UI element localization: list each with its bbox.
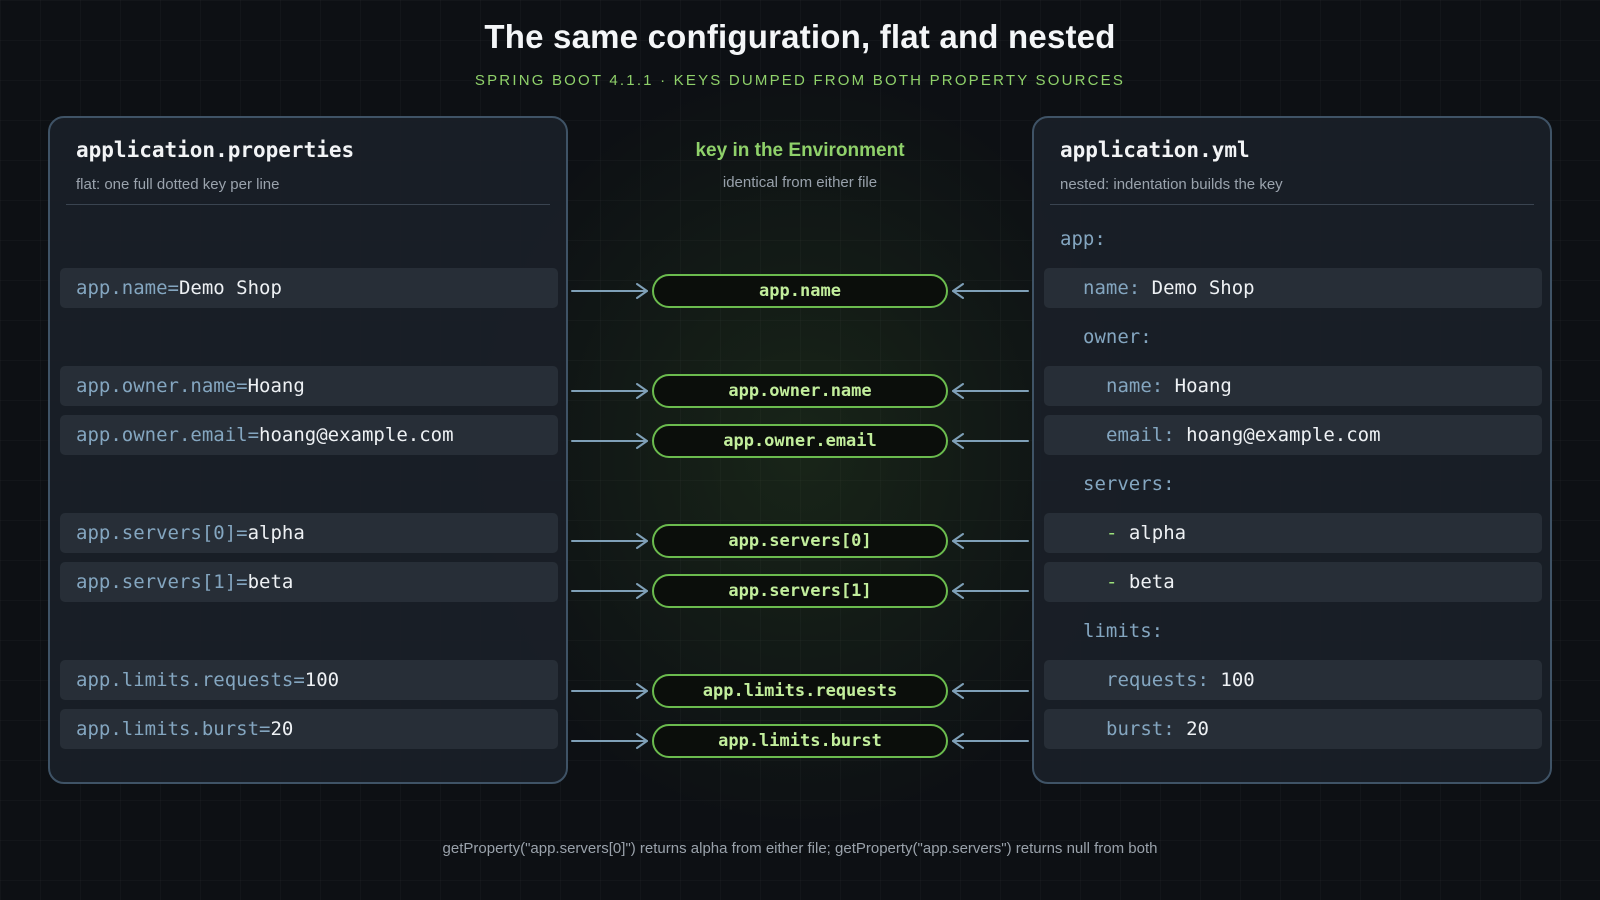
arrow-right (571, 583, 648, 599)
environment-key-pill: app.name (652, 274, 948, 308)
yaml-value: Demo Shop (1151, 277, 1255, 299)
property-value: alpha (247, 522, 305, 544)
properties-line: app.servers[0]=alpha (60, 513, 558, 553)
equals-sign: = (236, 571, 248, 593)
environment-column-title: key in the Environment (695, 140, 905, 161)
yaml-key: burst: (1106, 718, 1175, 740)
arrow-left (952, 583, 1029, 599)
yaml-value: alpha (1128, 522, 1187, 544)
panel-divider (1050, 204, 1534, 205)
property-key: app.servers[0] (76, 522, 237, 544)
property-value: beta (247, 571, 294, 593)
yaml-line: - beta (1044, 562, 1542, 602)
yaml-line: requests: 100 (1044, 660, 1542, 700)
arrow-right (571, 683, 648, 699)
arrow-right (571, 383, 648, 399)
property-key: app.owner.name (76, 375, 237, 397)
yaml-line: limits: (1044, 611, 1542, 651)
property-value: 100 (304, 669, 340, 691)
yaml-key: owner: (1083, 326, 1152, 348)
yaml-line: owner: (1044, 317, 1542, 357)
arrow-right (571, 533, 648, 549)
yaml-panel-subtitle: nested: indentation builds the key (1060, 176, 1283, 193)
property-key: app.limits.burst (76, 718, 260, 740)
equals-sign: = (236, 522, 248, 544)
equals-sign: = (293, 669, 305, 691)
environment-key-pill: app.servers[0] (652, 524, 948, 558)
properties-panel-subtitle: flat: one full dotted key per line (76, 176, 280, 193)
panel-divider (66, 204, 550, 205)
environment-column-subtitle: identical from either file (722, 174, 878, 191)
yaml-panel: application.yml nested: indentation buil… (1032, 116, 1552, 784)
equals-sign: = (247, 424, 260, 446)
arrow-left (952, 283, 1029, 299)
environment-key-pill: app.limits.burst (652, 724, 948, 758)
yaml-key: limits: (1083, 620, 1164, 642)
arrow-right (571, 733, 648, 749)
diagram-title: The same configuration, flat and nested (484, 18, 1116, 55)
yaml-key: app: (1060, 228, 1106, 250)
arrow-left (952, 533, 1029, 549)
diagram-subtitle: SPRING BOOT 4.1.1 · KEYS DUMPED FROM BOT… (474, 72, 1126, 89)
yaml-value: beta (1128, 571, 1175, 593)
equals-sign: = (236, 375, 248, 397)
yaml-value: 100 (1220, 669, 1255, 691)
yaml-line: burst: 20 (1044, 709, 1542, 749)
yaml-line: name: Hoang (1044, 366, 1542, 406)
yaml-line: name: Demo Shop (1044, 268, 1542, 308)
yaml-value: hoang@example.com (1186, 424, 1381, 446)
property-key: app.owner.email (76, 424, 248, 446)
yaml-line: email: hoang@example.com (1044, 415, 1542, 455)
properties-line: app.limits.burst=20 (60, 709, 558, 749)
properties-panel: application.properties flat: one full do… (48, 116, 568, 784)
yaml-panel-title: application.yml (1060, 138, 1250, 162)
arrow-left (952, 683, 1029, 699)
properties-panel-title: application.properties (76, 138, 355, 162)
property-key: app.name (76, 277, 168, 299)
yaml-key: email: (1106, 424, 1175, 446)
equals-sign: = (259, 718, 271, 740)
yaml-key: name: (1083, 277, 1141, 299)
environment-key-pill: app.owner.email (652, 424, 948, 458)
properties-line: app.servers[1]=beta (60, 562, 558, 602)
properties-line: app.owner.email=hoang@example.com (60, 415, 558, 455)
property-key: app.limits.requests (76, 669, 294, 691)
environment-key-pill: app.servers[1] (652, 574, 948, 608)
properties-line: app.owner.name=Hoang (60, 366, 558, 406)
properties-line: app.name=Demo Shop (60, 268, 558, 308)
yaml-value: 20 (1186, 718, 1209, 740)
yaml-value: Hoang (1174, 375, 1232, 397)
yaml-line: app: (1044, 219, 1542, 259)
arrow-left (952, 733, 1029, 749)
property-value: hoang@example.com (259, 424, 454, 446)
property-value: Hoang (247, 375, 305, 397)
yaml-key: servers: (1083, 473, 1175, 495)
footer-note: getProperty("app.servers[0]") returns al… (442, 840, 1158, 857)
arrow-left (952, 433, 1029, 449)
property-value: Demo Shop (178, 277, 282, 299)
property-value: 20 (270, 718, 294, 740)
yaml-line: - alpha (1044, 513, 1542, 553)
arrow-left (952, 383, 1029, 399)
environment-key-pill: app.limits.requests (652, 674, 948, 708)
list-dash: - (1106, 571, 1118, 593)
list-dash: - (1106, 522, 1118, 544)
yaml-key: name: (1106, 375, 1164, 397)
property-key: app.servers[1] (76, 571, 237, 593)
yaml-line: servers: (1044, 464, 1542, 504)
environment-key-pill: app.owner.name (652, 374, 948, 408)
arrow-right (571, 283, 648, 299)
equals-sign: = (167, 277, 179, 299)
arrow-right (571, 433, 648, 449)
yaml-key: requests: (1106, 669, 1209, 691)
properties-line: app.limits.requests=100 (60, 660, 558, 700)
